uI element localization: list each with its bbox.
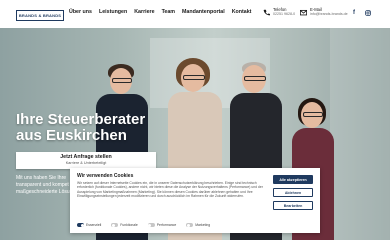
cta-subtitle: Karriere & Unterbeteiligt — [65, 161, 107, 165]
accept-all-button[interactable]: Alle akzeptieren — [273, 175, 313, 184]
logo-text: BRANDS & BRANDS — [18, 13, 62, 18]
cookie-text: Wir setzen auf dieser Internetseite Cook… — [77, 181, 263, 198]
email-contact[interactable]: E-Mail info@brands-brands.de — [300, 7, 348, 17]
site-header: BRANDS & BRANDS Über uns Leistungen Karr… — [0, 0, 390, 28]
toggle-performance[interactable]: Performance — [147, 223, 177, 227]
decline-button[interactable]: Ablehnen — [273, 188, 313, 197]
office-wall — [330, 28, 390, 240]
toggle-label: Performance — [156, 223, 177, 227]
instagram-icon[interactable] — [365, 10, 371, 16]
hero-title-line-1: Ihre Steuerberater — [16, 111, 146, 128]
toggle-label: Funktionale — [120, 223, 138, 227]
phone-number: 02251 9628-0 — [273, 12, 296, 16]
toggle-marketing[interactable]: Marketing — [186, 223, 210, 227]
phone-icon — [263, 9, 270, 16]
toggle-essential[interactable]: Essenziell — [77, 223, 101, 227]
toggle-switch[interactable] — [186, 223, 194, 227]
facebook-icon[interactable]: f — [353, 10, 355, 16]
logo[interactable]: BRANDS & BRANDS — [16, 10, 64, 21]
toggle-switch[interactable] — [111, 223, 119, 227]
nav-item-kontakt[interactable]: Kontakt — [232, 9, 252, 15]
mail-icon — [300, 9, 307, 16]
email-address: info@brands-brands.de — [310, 12, 348, 16]
toggle-label: Marketing — [195, 223, 211, 227]
inquiry-button[interactable]: Jetzt Anfrage stellen Karriere & Unterbe… — [16, 152, 156, 169]
nav-item-team[interactable]: Team — [162, 9, 175, 15]
toggle-functional[interactable]: Funktionale — [111, 223, 138, 227]
hero-text-line: transparent und kompet — [16, 182, 69, 188]
cookie-title: Wir verwenden Cookies — [77, 173, 134, 179]
hero-title-line-2: aus Euskirchen — [16, 127, 127, 144]
cta-title: Jetzt Anfrage stellen — [60, 154, 112, 160]
phone-contact[interactable]: Telefon 02251 9628-0 — [263, 7, 295, 17]
toggle-switch[interactable] — [147, 223, 155, 227]
nav-item-leistungen[interactable]: Leistungen — [99, 9, 127, 15]
cookie-toggles: Essenziell Funktionale Performance Marke… — [77, 223, 210, 227]
hero-intro-text: Mit uns haben Sie Ihre transparent und k… — [16, 175, 74, 196]
nav-item-mandantenportal[interactable]: Mandantenportal — [182, 9, 225, 15]
toggle-switch[interactable] — [77, 223, 84, 227]
hero-text-line: Mit uns haben Sie Ihre — [16, 175, 67, 181]
main-nav: Über uns Leistungen Karriere Team Mandan… — [69, 9, 251, 15]
hero-text-line: maßgeschneiderte Lösu — [16, 189, 70, 195]
nav-item-karriere[interactable]: Karriere — [134, 9, 154, 15]
toggle-label: Essenziell — [86, 223, 102, 227]
hero-title: Ihre Steuerberater aus Euskirchen — [16, 112, 145, 144]
edit-settings-button[interactable]: Bearbeiten — [273, 201, 313, 210]
cookie-banner: Wir verwenden Cookies Wir setzen auf die… — [70, 168, 320, 233]
nav-item-ueber-uns[interactable]: Über uns — [69, 9, 92, 15]
